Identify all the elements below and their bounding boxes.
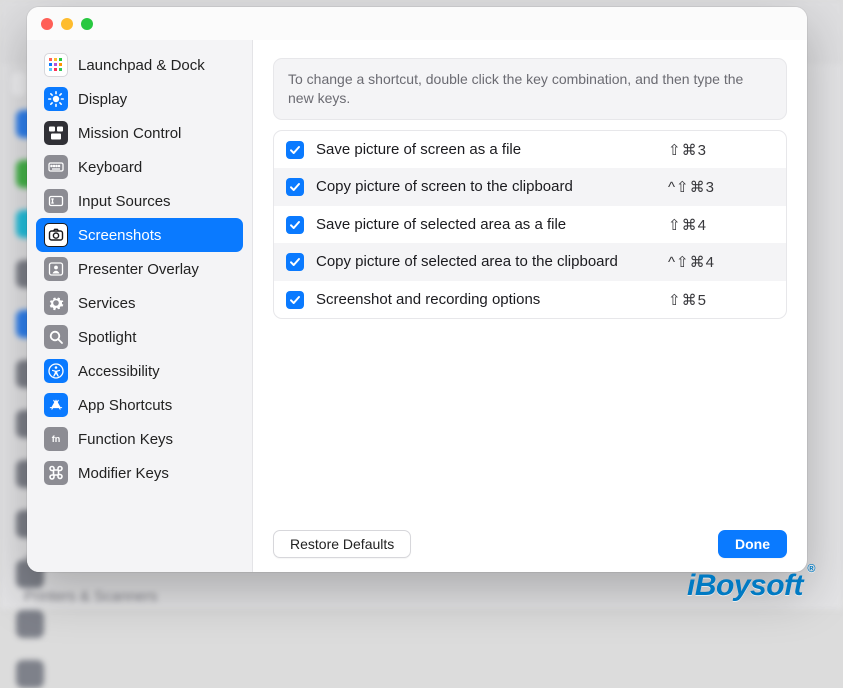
done-button[interactable]: Done [718, 530, 787, 558]
command-icon [44, 461, 68, 485]
shortcut-keys[interactable]: ⇧⌘5 [668, 291, 707, 309]
sidebar-item-display[interactable]: Display [36, 82, 243, 116]
checkbox[interactable] [286, 216, 304, 234]
sidebar-item-services[interactable]: Services [36, 286, 243, 320]
sun-icon [44, 87, 68, 111]
shortcut-label: Screenshot and recording options [316, 290, 656, 310]
content-pane: To change a shortcut, double click the k… [253, 40, 807, 572]
keyboard-icon [44, 155, 68, 179]
sidebar-item-presenter-overlay[interactable]: Presenter Overlay [36, 252, 243, 286]
sidebar-item-label: App Shortcuts [78, 397, 172, 414]
sidebar-item-function-keys[interactable]: fn Function Keys [36, 422, 243, 456]
shortcut-keys[interactable]: ⇧⌘4 [668, 216, 707, 234]
checkbox[interactable] [286, 253, 304, 271]
shortcut-row[interactable]: Copy picture of selected area to the cli… [274, 243, 786, 281]
sidebar-item-label: Display [78, 91, 127, 108]
shortcut-label: Copy picture of selected area to the cli… [316, 252, 656, 272]
checkbox[interactable] [286, 291, 304, 309]
input-icon [44, 189, 68, 213]
sidebar: Launchpad & Dock Display Mission Control Ke… [27, 40, 253, 572]
watermark-logo: iBoysoft® [687, 569, 803, 603]
search-icon [44, 325, 68, 349]
shortcut-row[interactable]: Screenshot and recording options ⇧⌘5 [274, 281, 786, 319]
close-icon[interactable] [41, 18, 53, 30]
keyboard-shortcuts-sheet: Launchpad & Dock Display Mission Control Ke… [27, 7, 807, 572]
hint-text: To change a shortcut, double click the k… [273, 58, 787, 120]
shortcut-keys[interactable]: ^⇧⌘3 [668, 178, 715, 196]
shortcut-label: Save picture of selected area as a file [316, 215, 656, 235]
mission-icon [44, 121, 68, 145]
shortcut-row[interactable]: Save picture of screen as a file ⇧⌘3 [274, 131, 786, 169]
minimize-icon[interactable] [61, 18, 73, 30]
sidebar-item-label: Function Keys [78, 431, 173, 448]
sidebar-item-label: Presenter Overlay [78, 261, 199, 278]
checkbox[interactable] [286, 141, 304, 159]
sidebar-item-app-shortcuts[interactable]: App Shortcuts [36, 388, 243, 422]
sidebar-item-modifier-keys[interactable]: Modifier Keys [36, 456, 243, 490]
grid-colors-icon [44, 53, 68, 77]
sidebar-item-label: Modifier Keys [78, 465, 169, 482]
shortcut-keys[interactable]: ⇧⌘3 [668, 141, 707, 159]
sidebar-item-label: Mission Control [78, 125, 181, 142]
person-icon [44, 257, 68, 281]
sidebar-item-label: Keyboard [78, 159, 142, 176]
sidebar-item-label: Spotlight [78, 329, 136, 346]
sidebar-item-label: Services [78, 295, 136, 312]
accessibility-icon [44, 359, 68, 383]
sidebar-item-keyboard[interactable]: Keyboard [36, 150, 243, 184]
gear-icon [44, 291, 68, 315]
shortcut-label: Copy picture of screen to the clipboard [316, 177, 656, 197]
restore-defaults-button[interactable]: Restore Defaults [273, 530, 411, 558]
shortcut-label: Save picture of screen as a file [316, 140, 656, 160]
svg-text:fn: fn [52, 434, 61, 444]
sidebar-item-screenshots[interactable]: Screenshots [36, 218, 243, 252]
sidebar-item-label: Input Sources [78, 193, 171, 210]
camera-icon [44, 223, 68, 247]
shortcut-keys[interactable]: ^⇧⌘4 [668, 253, 715, 271]
sidebar-item-input-sources[interactable]: Input Sources [36, 184, 243, 218]
fn-text-icon: fn [44, 427, 68, 451]
sidebar-item-launchpad-dock[interactable]: Launchpad & Dock [36, 48, 243, 82]
zoom-icon[interactable] [81, 18, 93, 30]
shortcut-list: Save picture of screen as a file ⇧⌘3 Copy … [273, 130, 787, 320]
sidebar-item-mission-control[interactable]: Mission Control [36, 116, 243, 150]
sidebar-item-label: Launchpad & Dock [78, 57, 205, 74]
sidebar-item-label: Screenshots [78, 227, 161, 244]
titlebar [27, 7, 807, 40]
parent-search-field [10, 70, 28, 98]
checkbox[interactable] [286, 178, 304, 196]
sidebar-item-accessibility[interactable]: Accessibility [36, 354, 243, 388]
shortcut-row[interactable]: Save picture of selected area as a file ⇧… [274, 206, 786, 244]
appstore-icon [44, 393, 68, 417]
sidebar-item-spotlight[interactable]: Spotlight [36, 320, 243, 354]
shortcut-row[interactable]: Copy picture of screen to the clipboard ^… [274, 168, 786, 206]
sidebar-item-label: Accessibility [78, 363, 160, 380]
